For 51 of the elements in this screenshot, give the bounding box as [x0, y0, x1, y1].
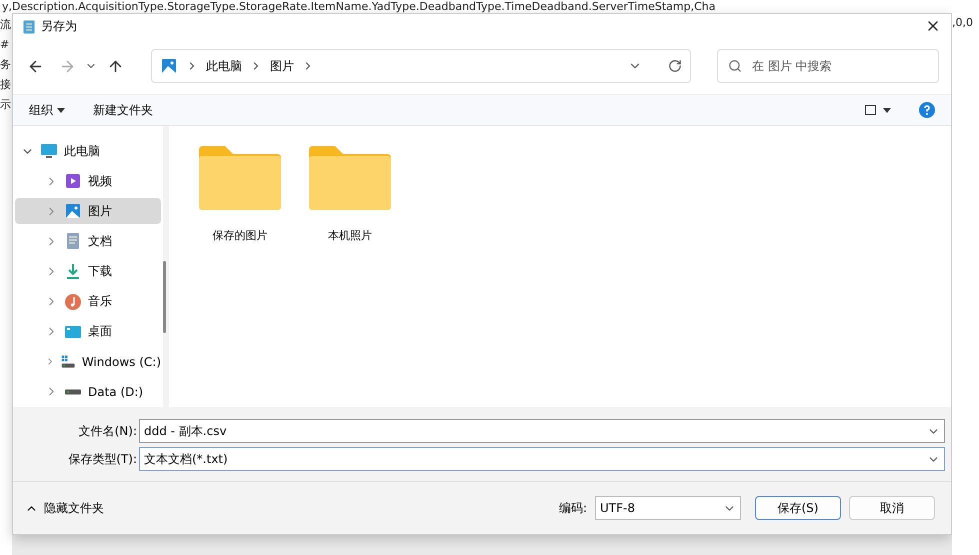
background-text: ,0,0 — [952, 15, 974, 31]
refresh-icon[interactable] — [668, 59, 682, 73]
picture-icon — [160, 57, 178, 75]
folder-name[interactable]: 保存的图片 — [212, 228, 268, 243]
search-icon — [728, 59, 742, 73]
field-label: 文件名(N): — [78, 422, 138, 440]
sidebar-item[interactable]: 下载 — [15, 258, 161, 285]
window-title: 另存为 — [41, 18, 78, 34]
address-bar[interactable]: 此电脑 图片 — [151, 49, 691, 83]
download-icon — [64, 262, 82, 280]
drive-icon — [64, 388, 82, 395]
picture-icon — [64, 202, 82, 220]
field-label: 保存类型(T): — [67, 450, 138, 468]
film-icon — [64, 172, 82, 190]
encoding-label: 编码: — [558, 500, 587, 516]
notepad-icon — [23, 18, 35, 34]
sidebar-item[interactable]: 音乐 — [15, 288, 161, 315]
view-icon[interactable] — [865, 104, 891, 116]
sidebar-item[interactable]: Data (D:) — [15, 378, 161, 405]
scrollbar[interactable] — [163, 261, 166, 333]
sidebar-item[interactable]: Windows (C:) — [15, 348, 161, 375]
background-text: 示 — [0, 97, 12, 113]
save-button[interactable]: 保存(S) — [755, 496, 841, 520]
background-text: # — [0, 37, 10, 53]
folder-icon — [307, 144, 393, 212]
new-folder-button[interactable]: 新建文件夹 — [93, 102, 153, 118]
folder-name[interactable]: 本机照片 — [328, 228, 372, 243]
hide-folders-button[interactable]: 隐藏文件夹 — [25, 500, 104, 516]
background-text: 接 — [0, 77, 12, 93]
background-text: y,Description.AcquisitionType.StorageType.StorageRate.ItemName.YadType.DeadbandType.TimeDeadband.ServerTimeStamp,Cha — [0, 0, 979, 13]
caret-icon — [57, 108, 65, 112]
document-icon — [64, 232, 82, 250]
file-type-dropdown[interactable]: 文本文档(*.txt) — [139, 447, 945, 471]
encoding-dropdown[interactable]: UTF-8 — [595, 496, 741, 520]
sidebar-item[interactable]: 桌面 — [15, 318, 161, 345]
monitor-icon — [40, 142, 58, 160]
sidebar-item[interactable]: 文档 — [15, 228, 161, 254]
sidebar-item[interactable]: 图片 — [15, 198, 161, 224]
help-icon[interactable] — [919, 102, 935, 118]
sidebar-item[interactable]: 视频 — [15, 168, 161, 194]
filename-field[interactable]: ddd - 副本.csv — [139, 419, 945, 443]
search-field[interactable]: 在 图片 中搜索 — [717, 49, 939, 83]
cancel-button[interactable]: 取消 — [849, 496, 935, 520]
folder-icon — [197, 144, 283, 212]
organize-button[interactable]: 组织 — [29, 102, 65, 118]
background-text: 务 — [0, 57, 12, 73]
breadcrumb[interactable]: 此电脑 — [206, 58, 242, 74]
music-note-icon — [64, 292, 82, 311]
background-text: 流 — [0, 17, 12, 33]
sidebar-item[interactable]: 此电脑 — [15, 138, 161, 164]
breadcrumb[interactable]: 图片 — [270, 58, 294, 74]
